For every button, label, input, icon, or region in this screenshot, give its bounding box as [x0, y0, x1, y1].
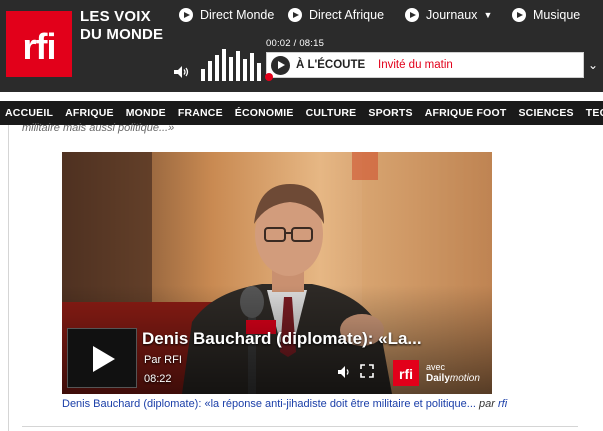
video-caption-link[interactable]: Denis Bauchard (diplomate): «la réponse … [62, 398, 476, 410]
chevron-down-icon: ▼ [483, 10, 493, 20]
dailymotion-logo-part2: motion [449, 373, 480, 384]
video-caption: Denis Bauchard (diplomate): «la réponse … [62, 398, 507, 410]
player-total: 08:15 [299, 38, 325, 49]
main-nav-item-techno[interactable]: TECHNO [580, 101, 603, 125]
video-duration: 08:22 [144, 373, 172, 385]
nav-journaux-label: Journaux [426, 8, 478, 22]
play-circle-icon [288, 8, 302, 22]
nav-musique[interactable]: Musique [512, 6, 580, 24]
tagline-line-1: LES VOIX [80, 8, 151, 25]
nav-direct-monde-label: Direct Monde [200, 8, 275, 22]
article-text-snippet: militaire mais aussi politique...» [22, 122, 175, 134]
site-tagline: LES VOIX DU MONDE [80, 8, 163, 44]
dailymotion-logo-part1: Daily [426, 373, 450, 384]
video-caption-source[interactable]: rfi [498, 398, 507, 410]
play-circle-icon [405, 8, 419, 22]
video-title[interactable]: Denis Bauchard (diplomate): «La... [142, 329, 442, 349]
video-volume-icon[interactable] [338, 366, 352, 378]
main-nav-item-sciences[interactable]: SCIENCES [512, 101, 579, 125]
player-elapsed: 00:02 [266, 38, 291, 49]
nav-direct-monde[interactable]: Direct Monde [179, 6, 274, 24]
main-nav-item-economie[interactable]: ÉCONOMIE [229, 101, 300, 125]
play-circle-icon [179, 8, 193, 22]
video-caption-by: par [479, 398, 495, 410]
player-expand-chevron-icon[interactable]: ⌄ [588, 58, 598, 72]
rfi-logo[interactable]: rfi [6, 11, 72, 77]
main-nav-item-culture[interactable]: CULTURE [300, 101, 363, 125]
site-header: rfi LES VOIX DU MONDE Direct Monde Direc… [0, 0, 603, 92]
main-nav-item-sports[interactable]: SPORTS [362, 101, 418, 125]
player-program-link[interactable]: Invité du matin [378, 59, 453, 71]
dailymotion-logo[interactable]: Dailymotion [426, 373, 480, 385]
video-player[interactable]: Denis Bauchard (diplomate): «La... Par R… [62, 152, 492, 394]
svg-text:rfi: rfi [23, 26, 56, 67]
nav-musique-label: Musique [533, 8, 581, 22]
nav-direct-afrique[interactable]: Direct Afrique [288, 6, 384, 24]
video-with-label: avec [426, 362, 446, 372]
play-circle-icon [512, 8, 526, 22]
player-status-label: À L'ÉCOUTE [296, 59, 366, 71]
rfi-logo-mark: rfi [23, 26, 57, 67]
video-author[interactable]: Par RFI [144, 354, 182, 366]
audio-player-bar: À L'ÉCOUTE Invité du matin [266, 52, 584, 78]
player-timecode: 00:02 / 08:15 [266, 38, 324, 49]
svg-text:rfi: rfi [399, 366, 413, 382]
volume-level-bars[interactable] [200, 47, 264, 81]
main-nav-item-france[interactable]: FRANCE [172, 101, 229, 125]
main-nav-item-afrique-foot[interactable]: AFRIQUE FOOT [419, 101, 513, 125]
content-left-border [8, 125, 9, 431]
video-rfi-logo: rfi [393, 360, 419, 386]
content-divider [22, 426, 578, 427]
nav-journaux[interactable]: Journaux ▼ [405, 6, 492, 24]
volume-icon[interactable] [174, 66, 190, 78]
fullscreen-icon[interactable] [360, 364, 374, 378]
tagline-line-2: DU MONDE [80, 26, 164, 43]
video-play-button[interactable] [67, 328, 137, 388]
player-progress-knob[interactable] [265, 73, 273, 81]
player-play-button[interactable] [271, 56, 290, 75]
nav-direct-afrique-label: Direct Afrique [309, 8, 385, 22]
video-rfi-logo-mark: rfi [399, 366, 413, 382]
